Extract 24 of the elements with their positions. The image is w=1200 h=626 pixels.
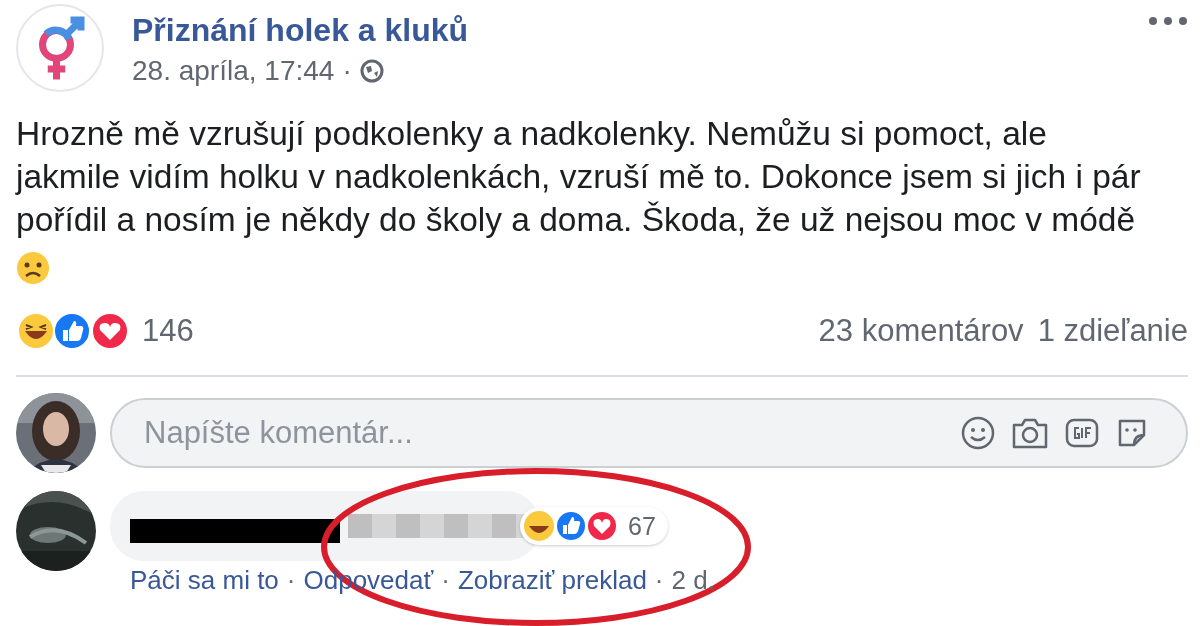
separator-dot: · bbox=[654, 565, 664, 596]
comment-reactions[interactable]: 67 bbox=[520, 507, 668, 545]
reaction-count[interactable]: 146 bbox=[142, 313, 194, 349]
post-text-line: jakmile vidím holku v nadkolenkách, vzruší mě to. Dokonce jsem si jich i pár bbox=[16, 157, 1141, 197]
separator-dot: · bbox=[441, 565, 450, 596]
comment-input[interactable]: Napíšte komentár... bbox=[142, 414, 946, 452]
separator-dot: · bbox=[342, 55, 352, 87]
frowning-face-icon bbox=[16, 251, 50, 285]
separator-dot: · bbox=[286, 565, 296, 596]
reaction-count: 67 bbox=[628, 511, 656, 541]
comments-count[interactable]: 23 komentárov bbox=[818, 313, 1024, 349]
more-options-icon[interactable] bbox=[1148, 16, 1188, 26]
page-name[interactable]: Přiznání holek a kluků bbox=[132, 12, 469, 49]
comment-action-link[interactable]: Zobraziť preklad bbox=[457, 565, 647, 596]
page-logo[interactable] bbox=[16, 4, 104, 92]
globe-icon bbox=[359, 59, 384, 83]
post-text-line: Hrozně mě vzrušují podkolenky a nadkolenky. Nemůžu si pomoct, ale bbox=[16, 114, 1047, 154]
post-timestamp[interactable]: 28. apríla, 17:44 bbox=[132, 55, 335, 87]
comment-age[interactable]: 2 d. bbox=[671, 565, 715, 596]
shares-count[interactable]: 1 zdieľanie bbox=[1037, 313, 1188, 349]
comment-action-link[interactable]: Páči sa mi to bbox=[130, 565, 279, 596]
emoji-icon[interactable] bbox=[960, 415, 996, 451]
post-text-line: pořídil a nosím je někdy do školy a doma. Škoda, že už nejsou moc v módě bbox=[16, 200, 1136, 240]
comment-composer[interactable]: Napíšte komentár... bbox=[110, 398, 1188, 468]
